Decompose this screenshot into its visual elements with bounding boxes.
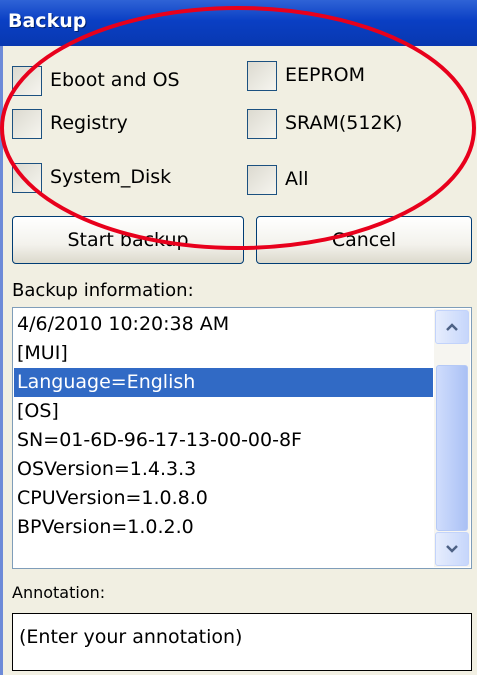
scroll-down-button[interactable] (435, 532, 469, 566)
cancel-button[interactable]: Cancel (256, 216, 472, 264)
all-label: All (285, 168, 309, 190)
list-item[interactable]: 4/6/2010 10:20:38 AM (14, 310, 433, 339)
window-frame-left (0, 46, 3, 675)
annotation-label: Annotation: (12, 583, 106, 602)
backup-info-label: Backup information: (12, 280, 194, 301)
window-title: Backup (8, 10, 87, 32)
list-item[interactable]: BPVersion=1.0.2.0 (14, 513, 433, 542)
list-item[interactable]: OSVersion=1.4.3.3 (14, 455, 433, 484)
sram-label: SRAM(512K) (285, 112, 403, 134)
title-bar: Backup (0, 0, 477, 46)
chevron-down-icon (446, 545, 458, 553)
list-item[interactable]: CPUVersion=1.0.8.0 (14, 484, 433, 513)
eboot-os-checkbox[interactable] (12, 66, 42, 96)
eeprom-label: EEPROM (285, 64, 366, 86)
system-disk-checkbox[interactable] (12, 163, 42, 193)
eboot-os-label: Eboot and OS (50, 69, 180, 91)
annotation-input[interactable]: (Enter your annotation) (12, 613, 472, 671)
chevron-up-icon (446, 323, 458, 331)
scroll-up-button[interactable] (435, 310, 469, 344)
list-item[interactable]: [MUI] (14, 339, 433, 368)
backup-info-list[interactable]: 4/6/2010 10:20:38 AM [MUI] Language=Englis… (12, 307, 472, 569)
list-item[interactable]: [OS] (14, 397, 433, 426)
start-backup-button[interactable]: Start backup (12, 216, 244, 264)
list-item[interactable]: SN=01-6D-96-17-13-00-00-8F (14, 426, 433, 455)
all-checkbox[interactable] (247, 165, 277, 195)
system-disk-label: System_Disk (50, 166, 172, 188)
registry-label: Registry (50, 112, 128, 134)
registry-checkbox[interactable] (12, 109, 42, 139)
sram-checkbox[interactable] (247, 109, 277, 139)
vertical-scrollbar[interactable] (434, 309, 470, 567)
scroll-thumb[interactable] (436, 365, 468, 531)
eeprom-checkbox[interactable] (247, 61, 277, 91)
list-item[interactable]: Language=English (14, 368, 433, 397)
